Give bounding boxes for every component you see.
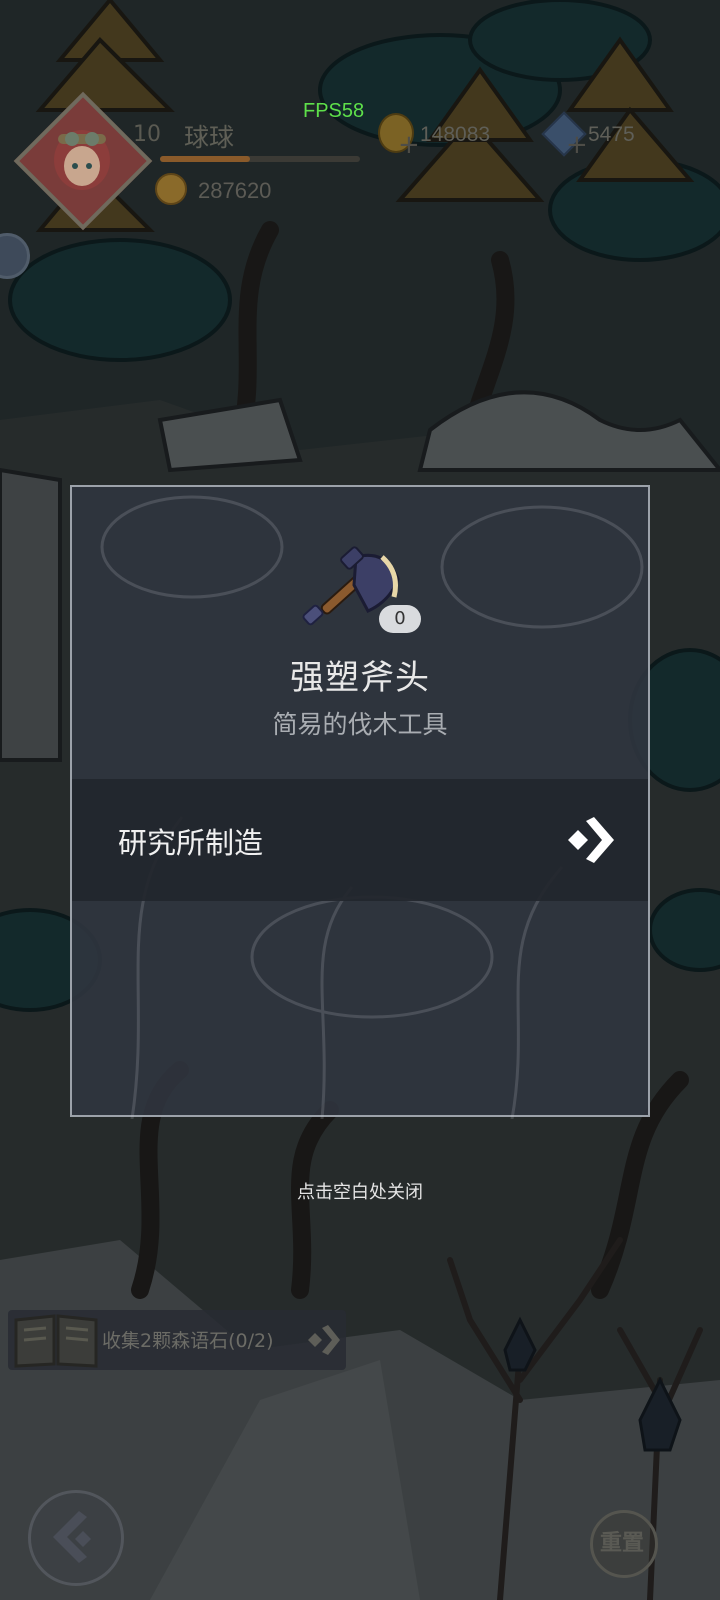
back-arrow-icon — [53, 1511, 91, 1563]
gem-count: 5475 — [588, 123, 635, 146]
close-hint[interactable]: 点击空白处关闭 — [0, 1178, 720, 1204]
add-coins-button[interactable]: + — [398, 130, 420, 160]
coin-count: 148083 — [420, 123, 491, 146]
reset-button-label[interactable]: 重置 — [592, 1525, 652, 1557]
quest-tracker[interactable]: 收集2颗森语石(0/2) — [8, 1310, 346, 1370]
back-button[interactable] — [28, 1490, 124, 1586]
item-description: 简易的伐木工具 — [272, 710, 448, 739]
quest-text: 收集2颗森语石(0/2) — [102, 1330, 274, 1352]
player-level: 10 — [133, 122, 161, 147]
double-chevron-right-icon — [568, 817, 614, 863]
item-count-badge: 0 — [379, 605, 421, 633]
chevron-right-icon — [308, 1325, 340, 1355]
item-name: 强塑斧头 — [290, 658, 430, 698]
combat-power: 287620 — [198, 178, 272, 203]
source-label: 研究所制造 — [118, 826, 264, 860]
xp-bar-fill — [160, 156, 250, 162]
source-research-lab-button[interactable]: 研究所制造 — [72, 779, 648, 901]
item-info-popup: 0 强塑斧头 简易的伐木工具 研究所制造 — [70, 485, 650, 1119]
xp-bar — [160, 156, 360, 162]
open-book-icon — [14, 1314, 98, 1368]
medal-coin-icon — [155, 173, 187, 205]
add-gems-button[interactable]: + — [566, 130, 588, 160]
avatar-portrait-icon — [54, 130, 110, 190]
player-avatar[interactable] — [13, 91, 153, 231]
fps-counter: FPS58 — [303, 100, 365, 122]
player-name: 球球 — [184, 123, 235, 152]
